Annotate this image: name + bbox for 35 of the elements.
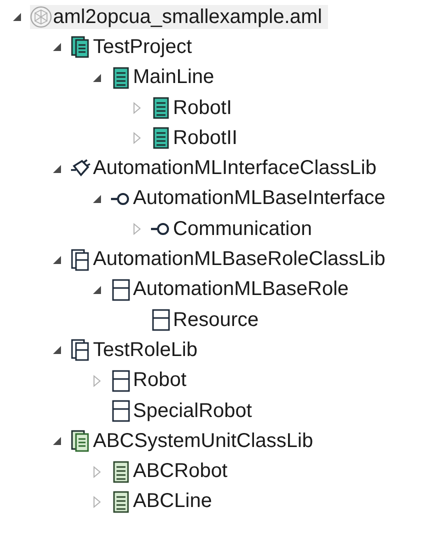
tree-item[interactable]: TestProject	[70, 35, 198, 60]
frame-icon	[110, 278, 132, 302]
expanded-arrow-icon[interactable]	[52, 254, 62, 265]
frame-icon	[150, 308, 172, 332]
tree-item[interactable]: AutomationMLBaseRoleClassLib	[70, 248, 392, 272]
expanded-arrow-icon[interactable]	[92, 194, 102, 204]
expanded-arrow-icon[interactable]	[52, 436, 62, 446]
stacked-document-icon	[70, 35, 92, 60]
expanded-arrow-icon[interactable]	[12, 12, 22, 22]
expanded-arrow-icon[interactable]	[92, 72, 102, 83]
tree-item[interactable]: ABCRobot	[110, 460, 234, 484]
tree-item[interactable]: ABCSystemUnitClassLib	[70, 429, 320, 454]
stacked-document-icon	[70, 429, 92, 454]
tree-item[interactable]: Robot	[110, 368, 192, 393]
tree-item[interactable]: AutomationMLBaseInterface	[110, 186, 392, 211]
expanded-arrow-icon[interactable]	[92, 284, 102, 295]
stacked-frame-icon	[70, 248, 92, 272]
tree-item[interactable]: RobotI	[150, 96, 238, 120]
frame-icon	[110, 399, 132, 423]
globe-icon	[30, 5, 52, 30]
tree-item[interactable]: AutomationMLInterfaceClassLib	[70, 156, 382, 181]
tree-item[interactable]: Resource	[150, 308, 265, 332]
frame-icon	[110, 368, 132, 393]
expanded-arrow-icon[interactable]	[52, 164, 62, 174]
tree-item[interactable]: Communication	[150, 217, 318, 242]
expanded-arrow-icon[interactable]	[52, 42, 62, 52]
tree-item[interactable]: RobotII	[150, 126, 244, 150]
expanded-arrow-icon[interactable]	[52, 345, 62, 356]
stacked-frame-icon	[70, 338, 92, 362]
tree-item[interactable]: TestRoleLib	[70, 338, 204, 362]
tree-item[interactable]: AutomationMLBaseRole	[110, 278, 355, 302]
tree-item[interactable]: aml2opcua_smallexample.aml	[30, 5, 328, 30]
tree-item[interactable]: MainLine	[110, 66, 220, 90]
tree-item[interactable]: SpecialRobot	[110, 399, 258, 423]
tree-item[interactable]: ABCLine	[110, 490, 218, 514]
